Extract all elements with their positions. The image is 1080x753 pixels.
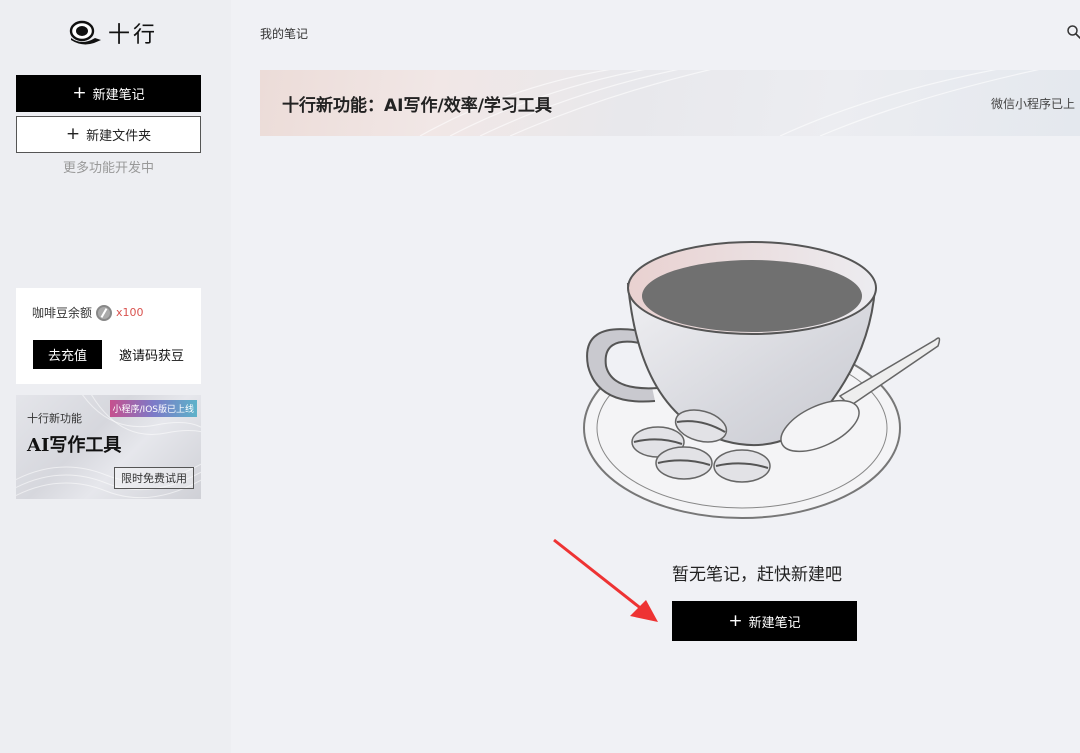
create-note-button[interactable]: + 新建笔记	[672, 601, 857, 641]
sidebar: 十行 + 新建笔记 + 新建文件夹 更多功能开发中 咖啡豆余额 x100 去充值…	[0, 0, 231, 753]
ai-writing-promo-card[interactable]: 十行新功能 AI写作工具 小程序/IOS版已上线 限时免费试用	[16, 395, 201, 499]
free-trial-button[interactable]: 限时免费试用	[114, 467, 194, 489]
balance-label: 咖啡豆余额	[32, 306, 93, 320]
new-folder-label: 新建文件夹	[86, 129, 152, 144]
promo-badge: 小程序/IOS版已上线	[109, 400, 197, 417]
plus-icon: +	[728, 610, 743, 631]
new-note-label: 新建笔记	[92, 88, 145, 103]
plus-icon: +	[65, 124, 81, 144]
recharge-button[interactable]: 去充值	[33, 340, 102, 369]
red-arrow-icon	[553, 538, 658, 622]
app-name: 十行	[108, 23, 159, 48]
banner-side-text: 微信小程序已上	[991, 97, 1076, 111]
more-features-hint: 更多功能开发中	[62, 161, 154, 176]
promo-title: AI写作工具	[27, 435, 122, 456]
balance-card: 咖啡豆余额 x100 去充值 邀请码获豆	[16, 288, 201, 384]
new-folder-button[interactable]: + 新建文件夹	[16, 116, 201, 153]
coffee-bean-icon	[96, 304, 113, 321]
page-title: 我的笔记	[260, 27, 309, 41]
balance-count: x100	[116, 306, 144, 319]
balance-row: 咖啡豆余额 x100	[32, 304, 144, 321]
create-note-label: 新建笔记	[748, 615, 801, 631]
plus-icon: +	[72, 83, 87, 103]
coffee-cup-illustration	[583, 241, 941, 519]
empty-state-message: 暂无笔记，赶快新建吧	[672, 565, 842, 585]
promo-subtitle: 十行新功能	[27, 412, 82, 425]
invite-code-link[interactable]: 邀请码获豆	[119, 340, 184, 369]
search-icon[interactable]	[1066, 24, 1080, 40]
banner-title: 十行新功能：AI写作/效率/学习工具	[282, 96, 552, 116]
new-note-button[interactable]: + 新建笔记	[16, 75, 201, 112]
app-logo[interactable]: 十行	[68, 18, 158, 48]
feature-banner[interactable]: 十行新功能：AI写作/效率/学习工具 微信小程序已上	[260, 70, 1080, 136]
coffee-cup-logo-icon	[69, 20, 101, 45]
